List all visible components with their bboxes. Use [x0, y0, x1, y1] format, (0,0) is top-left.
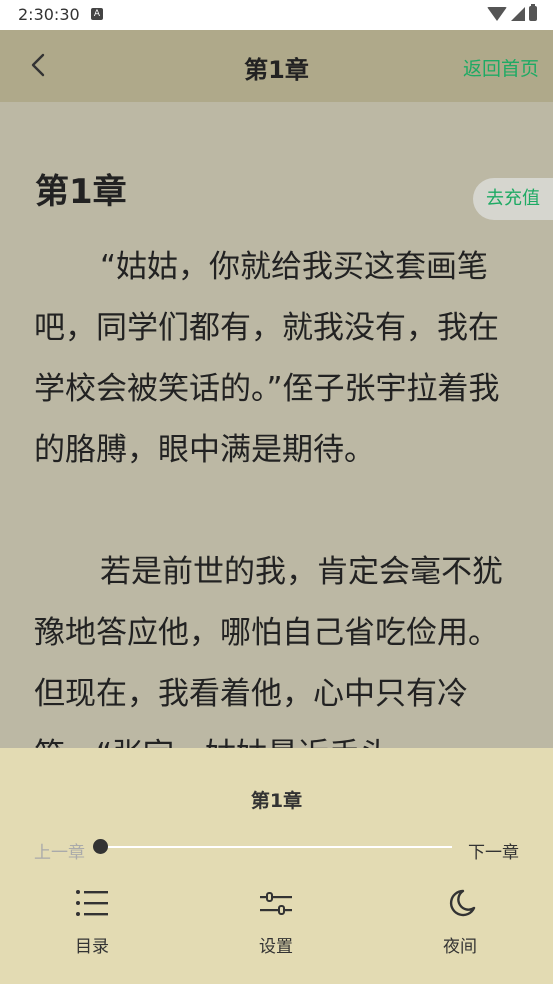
- status-bar: 2:30:30 A: [0, 0, 553, 30]
- sliders-icon: [260, 892, 292, 915]
- list-icon: [76, 890, 108, 916]
- tab-catalog[interactable]: 目录: [52, 888, 132, 957]
- notification-icon: A: [91, 8, 103, 20]
- signal-icon: [511, 6, 525, 21]
- recharge-button[interactable]: 去充值: [473, 178, 553, 220]
- chapter-progress-thumb[interactable]: [93, 839, 108, 854]
- tab-settings[interactable]: 设置: [236, 888, 316, 957]
- reading-area[interactable]: 第1章 去充值 “姑姑，你就给我买这套画笔吧，同学们都有，就我没有，我在学校会被…: [0, 102, 553, 748]
- status-icons: [487, 4, 537, 21]
- tab-label: 设置: [259, 937, 293, 957]
- chapter-progress-track[interactable]: [100, 846, 452, 848]
- tab-label: 夜间: [443, 937, 477, 957]
- paragraph: “姑姑，你就给我买这套画笔吧，同学们都有，就我没有，我在学校会被笑话的。”侄子张…: [34, 249, 500, 468]
- current-chapter-title: 第1章: [250, 790, 303, 812]
- return-home-link[interactable]: 返回首页: [463, 54, 539, 81]
- paragraph: 若是前世的我，肯定会毫不犹豫地答应他，哪怕自己省吃俭用。但现在，我看着他，心中只…: [34, 554, 503, 748]
- tab-night-mode[interactable]: 夜间: [420, 888, 500, 957]
- chapter-heading: 第1章: [35, 172, 127, 212]
- prev-chapter-button[interactable]: 上一章: [34, 838, 85, 863]
- status-time: 2:30:30: [18, 5, 80, 24]
- reader-header: 第1章 返回首页: [0, 30, 553, 102]
- tab-label: 目录: [75, 937, 109, 957]
- next-chapter-button[interactable]: 下一章: [468, 838, 519, 863]
- wifi-icon: [487, 6, 507, 21]
- battery-icon: [529, 4, 537, 21]
- reader-control-panel: 第1章 上一章 下一章 目录 设置 夜间: [0, 748, 553, 984]
- moon-icon: [449, 889, 476, 917]
